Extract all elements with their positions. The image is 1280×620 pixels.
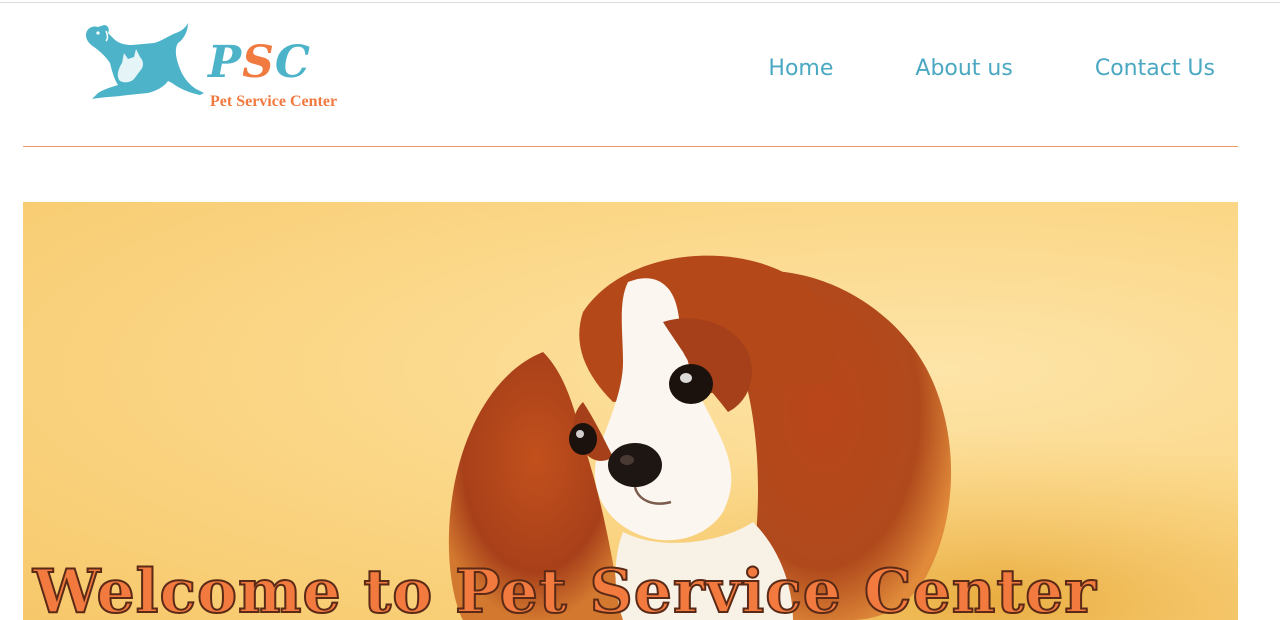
logo-letter-c: C xyxy=(274,37,311,88)
logo-name: Pet Service Center xyxy=(210,93,338,110)
logo-link[interactable]: PSC Pet Service Center xyxy=(84,23,354,110)
header-divider xyxy=(23,146,1238,147)
dog-cat-icon xyxy=(86,23,204,99)
logo-letter-p: P xyxy=(208,37,243,88)
hero-title: Welcome to Pet Service Center xyxy=(32,556,1097,620)
nav-about-link[interactable]: About us xyxy=(915,55,1012,83)
main-nav: Home About us Contact Us xyxy=(686,55,1215,83)
logo-abbreviation: PSC xyxy=(208,41,311,85)
hero-banner: Welcome to Pet Service Center xyxy=(23,202,1238,620)
logo-letter-s: S xyxy=(242,37,275,88)
nav-home-link[interactable]: Home xyxy=(768,55,833,83)
nav-contact-link[interactable]: Contact Us xyxy=(1095,55,1215,83)
site-header: PSC Pet Service Center Home About us Con… xyxy=(0,3,1280,146)
